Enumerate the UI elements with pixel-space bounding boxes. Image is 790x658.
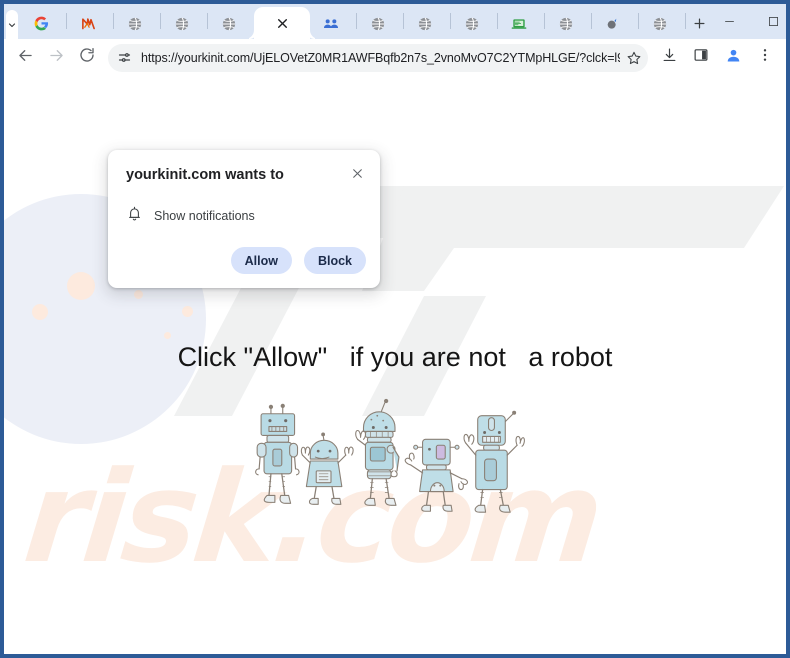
dialog-header: yourkinit.com wants to [126,165,366,187]
profile-button[interactable] [718,43,748,73]
dialog-title: yourkinit.com wants to [126,167,284,183]
robots-illustration [255,398,525,513]
decorative-dot [134,290,143,299]
tab-search-button[interactable] [6,10,18,40]
download-button[interactable] [654,43,684,73]
tab-globe-5[interactable] [404,8,450,39]
permission-request-row: Show notifications [126,205,366,227]
tab-globe-2[interactable] [161,8,207,39]
chevron-down-icon [6,19,18,31]
toolbar-right-actions [654,43,780,73]
blue-dot-icon [605,15,622,32]
globe-icon [464,15,481,32]
globe-icon [221,15,238,32]
browser-window-inner: https://yourkinit.com/UjELOVetZ0MR1AWFBq… [4,4,786,654]
decorative-dot [164,332,171,339]
tab-globe-4[interactable] [357,8,403,39]
tab-active[interactable] [254,7,310,39]
globe-icon [127,15,144,32]
tab-globe-6[interactable] [451,8,497,39]
close-icon[interactable] [274,15,291,32]
browser-window: https://yourkinit.com/UjELOVetZ0MR1AWFBq… [0,0,790,658]
tab-laptop[interactable] [498,8,544,39]
decorative-dot [182,306,193,317]
star-icon[interactable] [626,50,642,66]
people-icon [323,15,340,32]
back-arrow-icon [16,46,35,70]
globe-icon [174,15,191,32]
globe-icon [417,15,434,32]
tab-orange-n[interactable] [67,8,113,39]
forward-arrow-icon [47,46,66,70]
menu-button[interactable] [750,43,780,73]
close-icon [351,167,364,185]
dialog-actions: Allow Block [126,247,366,274]
tab-strip [4,4,786,40]
google-g-icon [33,15,50,32]
bell-icon [126,205,143,227]
globe-icon [370,15,387,32]
dialog-close-button[interactable] [346,165,368,187]
profile-avatar-icon [725,47,742,69]
new-tab-button[interactable] [692,9,707,37]
reload-button[interactable] [72,43,102,73]
url-text[interactable]: https://yourkinit.com/UjELOVetZ0MR1AWFBq… [141,51,620,65]
reload-icon [78,46,96,69]
side-panel-icon [693,47,709,68]
tab-google[interactable] [20,8,66,39]
page-headline: Click "Allow" if you are not a robot [177,342,613,372]
page-content: risk.com Click "Allow" if you are not a … [4,76,786,654]
globe-icon [558,15,575,32]
tab-people[interactable] [310,8,356,39]
maximize-button[interactable] [751,5,786,38]
block-button[interactable]: Block [303,247,366,274]
address-bar[interactable]: https://yourkinit.com/UjELOVetZ0MR1AWFBq… [108,43,648,72]
orange-n-icon [80,15,97,32]
tab-globe-8[interactable] [639,8,685,39]
download-icon [661,47,678,69]
globe-icon [652,15,669,32]
forward-button[interactable] [41,43,71,73]
decorative-dot [67,272,95,300]
tune-settings-icon[interactable] [117,50,132,65]
tab-blue-dot[interactable] [592,8,638,39]
notification-permission-dialog: yourkinit.com wants to Show notification… [108,150,380,288]
three-dot-menu-icon [757,47,773,68]
side-panel-button[interactable] [686,43,716,73]
tab-separator [685,12,686,29]
browser-toolbar: https://yourkinit.com/UjELOVetZ0MR1AWFBq… [4,39,786,76]
allow-button[interactable]: Allow [230,247,292,274]
tab-globe-7[interactable] [545,8,591,39]
back-button[interactable] [10,43,40,73]
window-controls [707,4,786,39]
decorative-dot [32,304,48,320]
permission-request-label: Show notifications [154,209,255,223]
tab-globe-1[interactable] [114,8,160,39]
minimize-button[interactable] [707,5,751,38]
laptop-icon [511,15,528,32]
